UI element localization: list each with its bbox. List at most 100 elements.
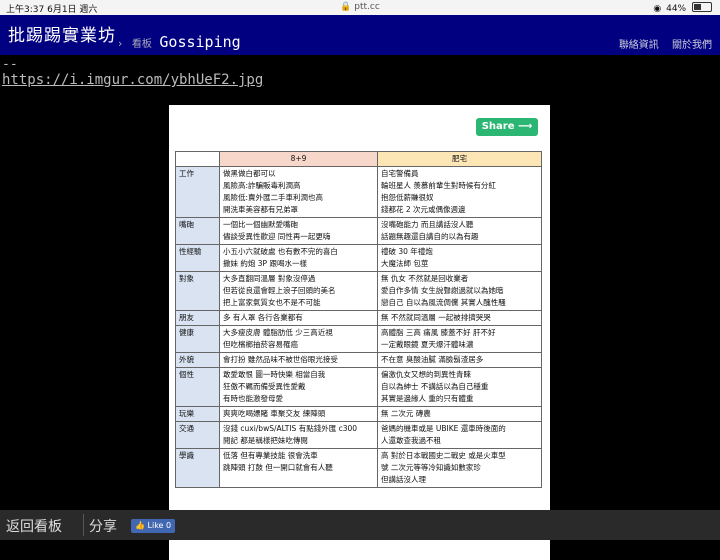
cell-line: 沒錢 cuxi/bwS/ALTIS 有點錢外匯 c300 <box>223 424 358 433</box>
status-url[interactable]: 🔒 ptt.cc <box>0 2 720 12</box>
table-row: 學識 低落 但有專業技能 很會洗車 跳陣頭 打鼓 但一開口就會有人聽高 對於日本戰國… <box>175 448 542 488</box>
cell-line: 沒嘴砲能力 而且講話沒人聽 <box>381 220 474 229</box>
cell-line: 大多直翻同溫層 對象沒停過 <box>223 274 316 283</box>
back-to-board-button[interactable]: 返回看板 <box>6 516 62 536</box>
ptt-header: 批踢踢實業坊 › 看板 Gossiping 聯絡資訊 關於我們 <box>0 15 720 55</box>
battery-percent: 44% <box>666 4 687 14</box>
cell-feizhai: 無 不然就同溫層 一起被排擠哭哭 <box>377 310 542 326</box>
cell-line: 但吃檳榔抽菸容易罹癌 <box>223 340 298 349</box>
cell-89: 做黑做白都可以風險高:詐騙販毒利潤高風險低:賣外匯二手車利潤也高 開洗車美容都有兄… <box>219 166 378 218</box>
cell-feizhai: 偏激仇女又想的到異性青睞 自以為紳士 不講話以為自己穩重 其實是邊緣人 重的只有體重 <box>377 367 542 407</box>
row-category: 個性 <box>175 367 220 407</box>
header-nav: 聯絡資訊 關於我們 <box>609 36 712 51</box>
lock-icon: 🔒 <box>340 2 352 12</box>
cell-line: 愛自作多情 女生說聲謝過就以為她暗 <box>381 286 504 295</box>
table-row: 嘴砲 一個比一個幽默愛嘴砲 儘談受異性歡迎 同性再一起更嗨 沒嘴砲能力 而且講話沒人聽… <box>175 217 542 245</box>
cell-line: 其實是邊緣人 重的只有體重 <box>381 394 474 403</box>
cell-line: 大魔法師 包莖 <box>381 259 429 268</box>
cell-89: 小五小六就破處 也有數不完的喜白 撒妹 約炮 3P 跟喝水一樣 <box>219 244 378 272</box>
cell-line: 閱記 都是稱樣把妹吃傳閱 <box>223 436 308 445</box>
embedded-image-card: Share ⟶ 8+9 肥宅 工作 做黑做白都可以 風險高:詐騙販毒利潤高 風險低:賣… <box>169 105 550 560</box>
cell-line: 有時也能激發母愛 <box>223 394 283 403</box>
status-right: ◉ 44% <box>653 2 712 14</box>
cell-line: 敢愛敢恨 圖一時快樂 相當自我 <box>223 370 326 379</box>
cell-line: 人還敢查我過不租 <box>381 436 441 445</box>
cell-feizhai: 自宅警備員輪班星人 羨慕前輩生對時候有分紅 抱怨低薪賺很奴錢都花 2 次元或偶像週… <box>377 166 542 218</box>
image-link[interactable]: https://i.imgur.com/ybhUeF2.jpg <box>2 72 263 88</box>
cell-89: 爽爽吃喝嫖賭 車聚交友 練陣頭 <box>219 406 378 422</box>
cell-line: 抱怨低薪賺很奴 <box>381 193 434 202</box>
cell-feizhai: 高體脂 三高 痛風 膝蓋不好 肝不好 一定戴眼鏡 夏天爆汗體味濃 <box>377 325 542 353</box>
cell-line: 低落 但有專業技能 很會洗車 <box>223 451 318 460</box>
cell-line: 一個比一個幽默愛嘴砲 <box>223 220 298 229</box>
table-header-row: 8+9 肥宅 <box>175 151 542 167</box>
cell-line: 戀自己 自以為風流倜儻 其實人醜性騷 <box>381 298 506 307</box>
cell-line: 狂傲不羈而備受異性愛戴 <box>223 382 306 391</box>
cell-line: 禮破 30 年禮炮 <box>381 247 433 256</box>
cell-89: 敢愛敢恨 圖一時快樂 相當自我 狂傲不羈而備受異性愛戴 有時也能激發母愛 <box>219 367 378 407</box>
cell-line: 話題無趣還自講自的以為有趣 <box>381 232 479 241</box>
cell-89: 大多瘦皮膚 體脂肪低 少三高近視 但吃檳榔抽菸容易罹癌 <box>219 325 378 353</box>
table-row: 個性 敢愛敢恨 圖一時快樂 相當自我 狂傲不羈而備受異性愛戴 有時也能激發母愛 偏激仇女… <box>175 367 542 407</box>
table-row: 朋友多 有人罩 各行各業都有 無 不然就同溫層 一起被排擠哭哭 <box>175 310 542 326</box>
post-separator: -- <box>2 57 18 72</box>
cell-line: 爽爽吃喝嫖賭 車聚交友 練陣頭 <box>223 409 326 418</box>
table-body: 工作 做黑做白都可以 風險高:詐騙販毒利潤高 風險低:賣外匯二手車利潤也高 開洗車美容都… <box>175 166 542 488</box>
cell-line: 做黑做白都可以 <box>223 169 276 178</box>
post-content: -- https://i.imgur.com/ybhUeF2.jpg Share… <box>0 55 720 560</box>
cell-line: 多 有人罩 各行各業都有 <box>223 313 303 322</box>
row-category: 朋友 <box>175 310 220 326</box>
status-bar: 上午3:37 6月1日 週六 🔒 ptt.cc ◉ 44% <box>0 0 720 15</box>
cell-line: 大多瘦皮膚 體脂肪低 少三高近視 <box>223 328 333 337</box>
table-row: 工作 做黑做白都可以 風險高:詐騙販毒利潤高 風險低:賣外匯二手車利潤也高 開洗車美容都… <box>175 166 542 218</box>
cell-line: 把上富家氣質女也不是不可能 <box>223 298 321 307</box>
cell-line: 輪班星人 羨慕前輩生對時候有分紅 <box>381 181 496 190</box>
cell-feizhai: 無 二次元 磚農 <box>377 406 542 422</box>
facebook-like-button[interactable]: 👍 Like 0 <box>131 519 176 533</box>
row-category: 交通 <box>175 421 220 449</box>
cell-line: 高體脂 三高 痛風 膝蓋不好 肝不好 <box>381 328 496 337</box>
table-row: 性經驗 小五小六就破處 也有數不完的喜白 撒妹 約炮 3P 跟喝水一樣 禮破 30 年… <box>175 244 542 272</box>
cell-line: 號 二次元等等冷知識如數家珍 <box>381 463 481 472</box>
share-button[interactable]: Share ⟶ <box>476 118 538 136</box>
table-header-cell <box>175 151 220 167</box>
cell-line: 無 仇女 不然就是回收業者 <box>381 274 469 283</box>
row-category: 外貌 <box>175 352 220 368</box>
cell-89: 低落 但有專業技能 很會洗車 跳陣頭 打鼓 但一開口就會有人聽 <box>219 448 378 488</box>
cell-line: 錢都花 2 次元或偶像週邊 <box>381 205 466 214</box>
cell-line: 風險高:詐騙販毒利潤高 <box>223 181 301 190</box>
cell-line: 無 二次元 磚農 <box>381 409 431 418</box>
cell-line: 開洗車美容都有兄弟罩 <box>223 205 298 214</box>
board-name-link[interactable]: Gossiping <box>159 33 240 51</box>
row-category: 性經驗 <box>175 244 220 272</box>
share-icon: ⟶ <box>517 121 533 132</box>
cell-line: 風險低:賣外匯二手車利潤也高 <box>223 193 324 202</box>
cell-line: 高 對於日本戰國史二戰史 或是火車型 <box>381 451 506 460</box>
cell-line: 撒妹 約炮 3P 跟喝水一樣 <box>223 259 307 268</box>
cell-line: 自宅警備員 <box>381 169 419 178</box>
cell-line: 會打扮 雖然品味不被世俗眼光接受 <box>223 355 338 364</box>
about-link[interactable]: 關於我們 <box>672 40 712 51</box>
share-link[interactable]: 分享 <box>89 516 117 536</box>
table-row: 交通 沒錢 cuxi/bwS/ALTIS 有點錢外匯 c300 閱記 都是稱樣把妹吃… <box>175 421 542 449</box>
row-category: 嘴砲 <box>175 217 220 245</box>
contact-link[interactable]: 聯絡資訊 <box>619 40 659 51</box>
cell-line: 一定戴眼鏡 夏天爆汗體味濃 <box>381 340 474 349</box>
wifi-icon: ◉ <box>653 4 662 14</box>
cell-89: 一個比一個幽默愛嘴砲 儘談受異性歡迎 同性再一起更嗨 <box>219 217 378 245</box>
comparison-table: 8+9 肥宅 工作 做黑做白都可以 風險高:詐騙販毒利潤高 風險低:賣外匯二手車利潤也… <box>175 151 542 488</box>
table-row: 玩樂 爽爽吃喝嫖賭 車聚交友 練陣頭 無 二次元 磚農 <box>175 406 542 422</box>
cell-line: 無 不然就同溫層 一起被排擠哭哭 <box>381 313 491 322</box>
chevron-right-icon: › <box>118 37 123 50</box>
site-brand[interactable]: 批踢踢實業坊 <box>8 21 116 46</box>
row-category: 對象 <box>175 271 220 311</box>
row-category: 玩樂 <box>175 406 220 422</box>
divider <box>83 514 84 536</box>
cell-feizhai: 爸媽的機車或是 UBIKE 還車時後面的 人還敢查我過不租 <box>377 421 542 449</box>
cell-line: 但講話沒人理 <box>381 475 426 484</box>
cell-feizhai: 禮破 30 年禮炮 大魔法師 包莖 <box>377 244 542 272</box>
cell-feizhai: 高 對於日本戰國史二戰史 或是火車型號 二次元等等冷知識如數家珍 但講話沒人理 <box>377 448 542 488</box>
cell-89: 多 有人罩 各行各業都有 <box>219 310 378 326</box>
board-label: 看板 <box>131 39 152 50</box>
table-row: 健康 大多瘦皮膚 體脂肪低 少三高近視 但吃檳榔抽菸容易罹癌 高體脂 三高 痛風 膝蓋… <box>175 325 542 353</box>
